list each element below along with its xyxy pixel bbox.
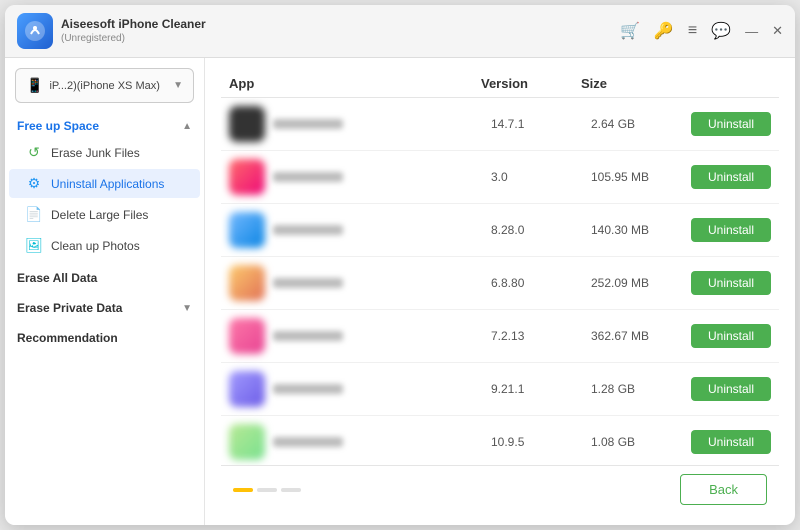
app-icon-img (229, 265, 265, 301)
main-content: 📱 iP...2)(iPhone XS Max) ▼ Free up Space… (5, 58, 795, 525)
app-name-text (273, 437, 343, 447)
app-info-col (229, 159, 491, 195)
col-header-version: Version (481, 76, 581, 91)
app-info-col (229, 318, 491, 354)
gear-icon: ⚙ (25, 175, 43, 192)
app-title-text: Aiseesoft iPhone Cleaner (Unregistered) (61, 16, 206, 47)
app-size: 140.30 MB (591, 223, 691, 237)
table-row: 10.9.5 1.08 GB Uninstall (221, 416, 779, 465)
progress-indicator (233, 488, 680, 492)
chevron-up-icon: ▲ (182, 121, 192, 132)
app-size: 105.95 MB (591, 170, 691, 184)
sidebar-item-label: Uninstall Applications (51, 177, 164, 191)
app-name-text (273, 172, 343, 182)
close-icon[interactable]: ✕ (772, 23, 783, 39)
app-info-col (229, 371, 491, 407)
app-logo (17, 13, 53, 49)
app-version: 8.28.0 (491, 223, 591, 237)
minimize-icon[interactable]: — (745, 24, 758, 39)
table-header: App Version Size (221, 70, 779, 98)
chat-icon[interactable]: 💬 (711, 21, 731, 41)
bottom-bar: Back (221, 465, 779, 513)
app-info-col (229, 265, 491, 301)
uninstall-button[interactable]: Uninstall (691, 430, 771, 454)
progress-dot-inactive (281, 488, 301, 492)
app-icon-img (229, 106, 265, 142)
app-version: 10.9.5 (491, 435, 591, 449)
sidebar-item-uninstall-apps[interactable]: ⚙ Uninstall Applications (9, 169, 200, 198)
app-icon-img (229, 318, 265, 354)
app-size: 362.67 MB (591, 329, 691, 343)
app-info-col (229, 424, 491, 460)
sidebar-item-label: Erase Junk Files (51, 146, 140, 160)
phone-icon: 📱 (26, 77, 43, 94)
title-bar: Aiseesoft iPhone Cleaner (Unregistered) … (5, 5, 795, 58)
app-size: 1.08 GB (591, 435, 691, 449)
app-info-col (229, 212, 491, 248)
section-erase-all-data[interactable]: Erase All Data (5, 261, 204, 291)
menu-icon[interactable]: ≡ (688, 22, 697, 40)
app-name-text (273, 278, 343, 288)
uninstall-button[interactable]: Uninstall (691, 218, 771, 242)
sidebar: 📱 iP...2)(iPhone XS Max) ▼ Free up Space… (5, 58, 205, 525)
uninstall-button[interactable]: Uninstall (691, 112, 771, 136)
app-name-text (273, 384, 343, 394)
app-size: 1.28 GB (591, 382, 691, 396)
section-erase-private-data[interactable]: Erase Private Data ▼ (5, 291, 204, 321)
sidebar-item-label: Delete Large Files (51, 208, 148, 222)
table-row: 8.28.0 140.30 MB Uninstall (221, 204, 779, 257)
uninstall-button[interactable]: Uninstall (691, 377, 771, 401)
sidebar-item-erase-junk[interactable]: ↺ Erase Junk Files (9, 138, 200, 167)
back-button[interactable]: Back (680, 474, 767, 505)
app-info-col (229, 106, 491, 142)
app-version: 7.2.13 (491, 329, 591, 343)
main-window: Aiseesoft iPhone Cleaner (Unregistered) … (5, 5, 795, 525)
app-size: 252.09 MB (591, 276, 691, 290)
app-icon-img (229, 424, 265, 460)
progress-dot-inactive (257, 488, 277, 492)
app-list: 14.7.1 2.64 GB Uninstall 3.0 105.95 MB U… (221, 98, 779, 465)
progress-dot-active (233, 488, 253, 492)
window-controls: 🛒 🔑 ≡ 💬 — ✕ (620, 21, 783, 41)
photo-icon: 🖼 (25, 237, 43, 254)
section-free-up-space[interactable]: Free up Space ▲ (5, 111, 204, 137)
app-branding: Aiseesoft iPhone Cleaner (Unregistered) (17, 13, 206, 49)
col-header-size: Size (581, 76, 681, 91)
app-version: 14.7.1 (491, 117, 591, 131)
app-icon-img (229, 371, 265, 407)
content-area: App Version Size 14.7.1 2.64 GB Uninstal… (205, 58, 795, 525)
sidebar-item-clean-photos[interactable]: 🖼 Clean up Photos (9, 231, 200, 260)
app-name-text (273, 331, 343, 341)
section-recommendation[interactable]: Recommendation (5, 321, 204, 351)
refresh-icon: ↺ (25, 144, 43, 161)
table-row: 6.8.80 252.09 MB Uninstall (221, 257, 779, 310)
app-size: 2.64 GB (591, 117, 691, 131)
app-version: 3.0 (491, 170, 591, 184)
chevron-down-icon: ▼ (182, 303, 192, 314)
table-row: 7.2.13 362.67 MB Uninstall (221, 310, 779, 363)
uninstall-button[interactable]: Uninstall (691, 271, 771, 295)
app-version: 6.8.80 (491, 276, 591, 290)
app-icon-img (229, 212, 265, 248)
app-version: 9.21.1 (491, 382, 591, 396)
app-icon-img (229, 159, 265, 195)
file-icon: 📄 (25, 206, 43, 223)
uninstall-button[interactable]: Uninstall (691, 165, 771, 189)
sidebar-item-label: Clean up Photos (51, 239, 140, 253)
app-name-text (273, 119, 343, 129)
app-name-text (273, 225, 343, 235)
chevron-down-icon: ▼ (173, 80, 183, 91)
table-row: 14.7.1 2.64 GB Uninstall (221, 98, 779, 151)
cart-icon[interactable]: 🛒 (620, 21, 640, 41)
table-row: 9.21.1 1.28 GB Uninstall (221, 363, 779, 416)
table-row: 3.0 105.95 MB Uninstall (221, 151, 779, 204)
device-selector[interactable]: 📱 iP...2)(iPhone XS Max) ▼ (15, 68, 194, 103)
key-icon[interactable]: 🔑 (654, 21, 674, 41)
uninstall-button[interactable]: Uninstall (691, 324, 771, 348)
col-header-app: App (229, 76, 481, 91)
sidebar-item-delete-large[interactable]: 📄 Delete Large Files (9, 200, 200, 229)
device-label: iP...2)(iPhone XS Max) (49, 80, 159, 92)
